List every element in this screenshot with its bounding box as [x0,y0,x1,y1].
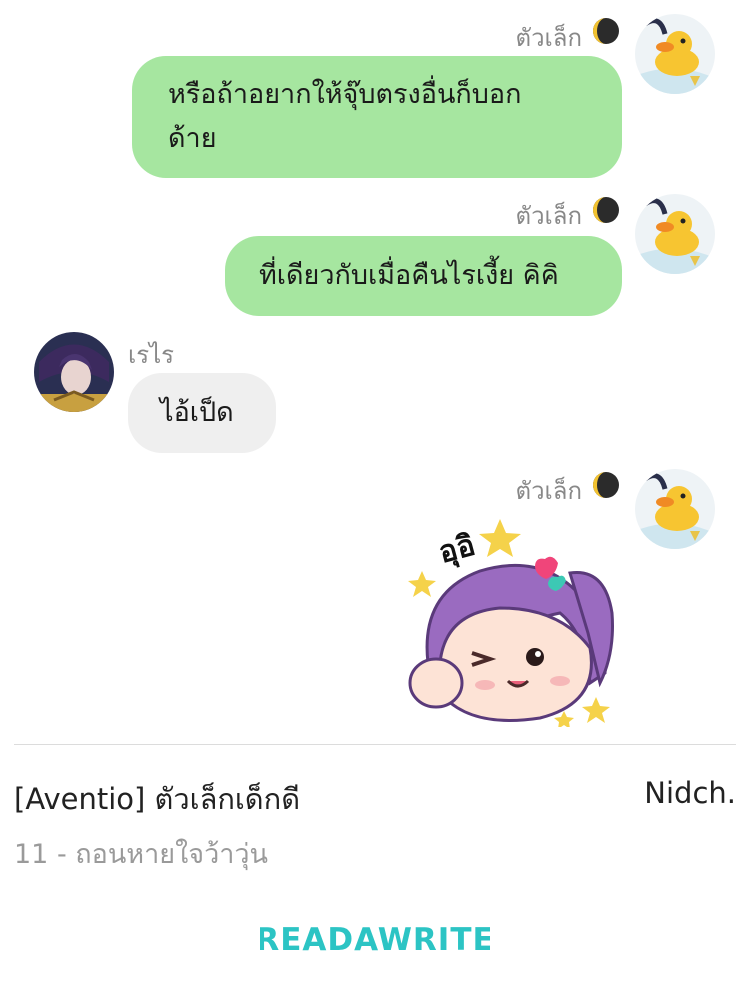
sender-name: ตัวเล็ก [515,477,582,505]
sender-name: ตัวเล็ก [515,202,582,230]
sender-name: ตัวเล็ก [515,24,582,52]
readawrite-logo[interactable]: READAWRITE [0,912,750,966]
sender-name: เรไร [128,341,175,369]
avatar-duck[interactable] [635,469,715,549]
message-text: ด้าย [168,123,217,154]
moon-icon [593,472,619,498]
character-portrait-icon [34,332,114,412]
sticker-text: อุอิ [435,528,479,572]
message-row: ตัวเล็ก หรือถ้าอยากให้จุ๊บตรงอื่นก็บอก ด… [0,0,750,190]
message-text: ที่เดียวกับเมื่อคืนไรเงี้ย คิคิ [259,260,559,291]
moon-icon [593,197,619,223]
sticker-girl-wink-icon: อุอิ [408,519,614,729]
message-row: ตัวเล็ก ที่เดียวกับเมื่อคืนไรเงี้ย คิคิ [0,190,750,320]
message-text: ไอ้เป็ด [160,397,234,428]
message-text: หรือถ้าอยากให้จุ๊บตรงอื่นก็บอก [168,79,522,110]
message-row: เรไร ไอ้เป็ด [0,325,750,465]
avatar-duck[interactable] [635,194,715,274]
story-title[interactable]: [Aventio] ตัวเล็กเด็กดี [14,776,300,822]
moon-icon [593,18,619,44]
divider [14,744,736,745]
avatar-rerai[interactable] [34,332,114,412]
duck-icon [635,14,715,94]
message-bubble[interactable]: ไอ้เป็ด [128,373,276,453]
duck-icon [635,469,715,549]
message-bubble[interactable]: ที่เดียวกับเมื่อคืนไรเงี้ย คิคิ [225,236,622,316]
readawrite-logo-icon: READAWRITE [255,922,493,958]
sticker[interactable]: อุอิ [400,513,620,729]
chapter-title: 11 - ถอนหายใจว้าวุ่น [14,839,269,870]
message-bubble[interactable]: หรือถ้าอยากให้จุ๊บตรงอื่นก็บอก ด้าย [132,56,622,178]
duck-icon [635,194,715,274]
author-name[interactable]: Nidch. [644,776,736,810]
avatar-duck[interactable] [635,14,715,94]
logo-text: READAWRITE [260,922,490,958]
message-row: ตัวเล็ก อุอิ [0,465,750,735]
